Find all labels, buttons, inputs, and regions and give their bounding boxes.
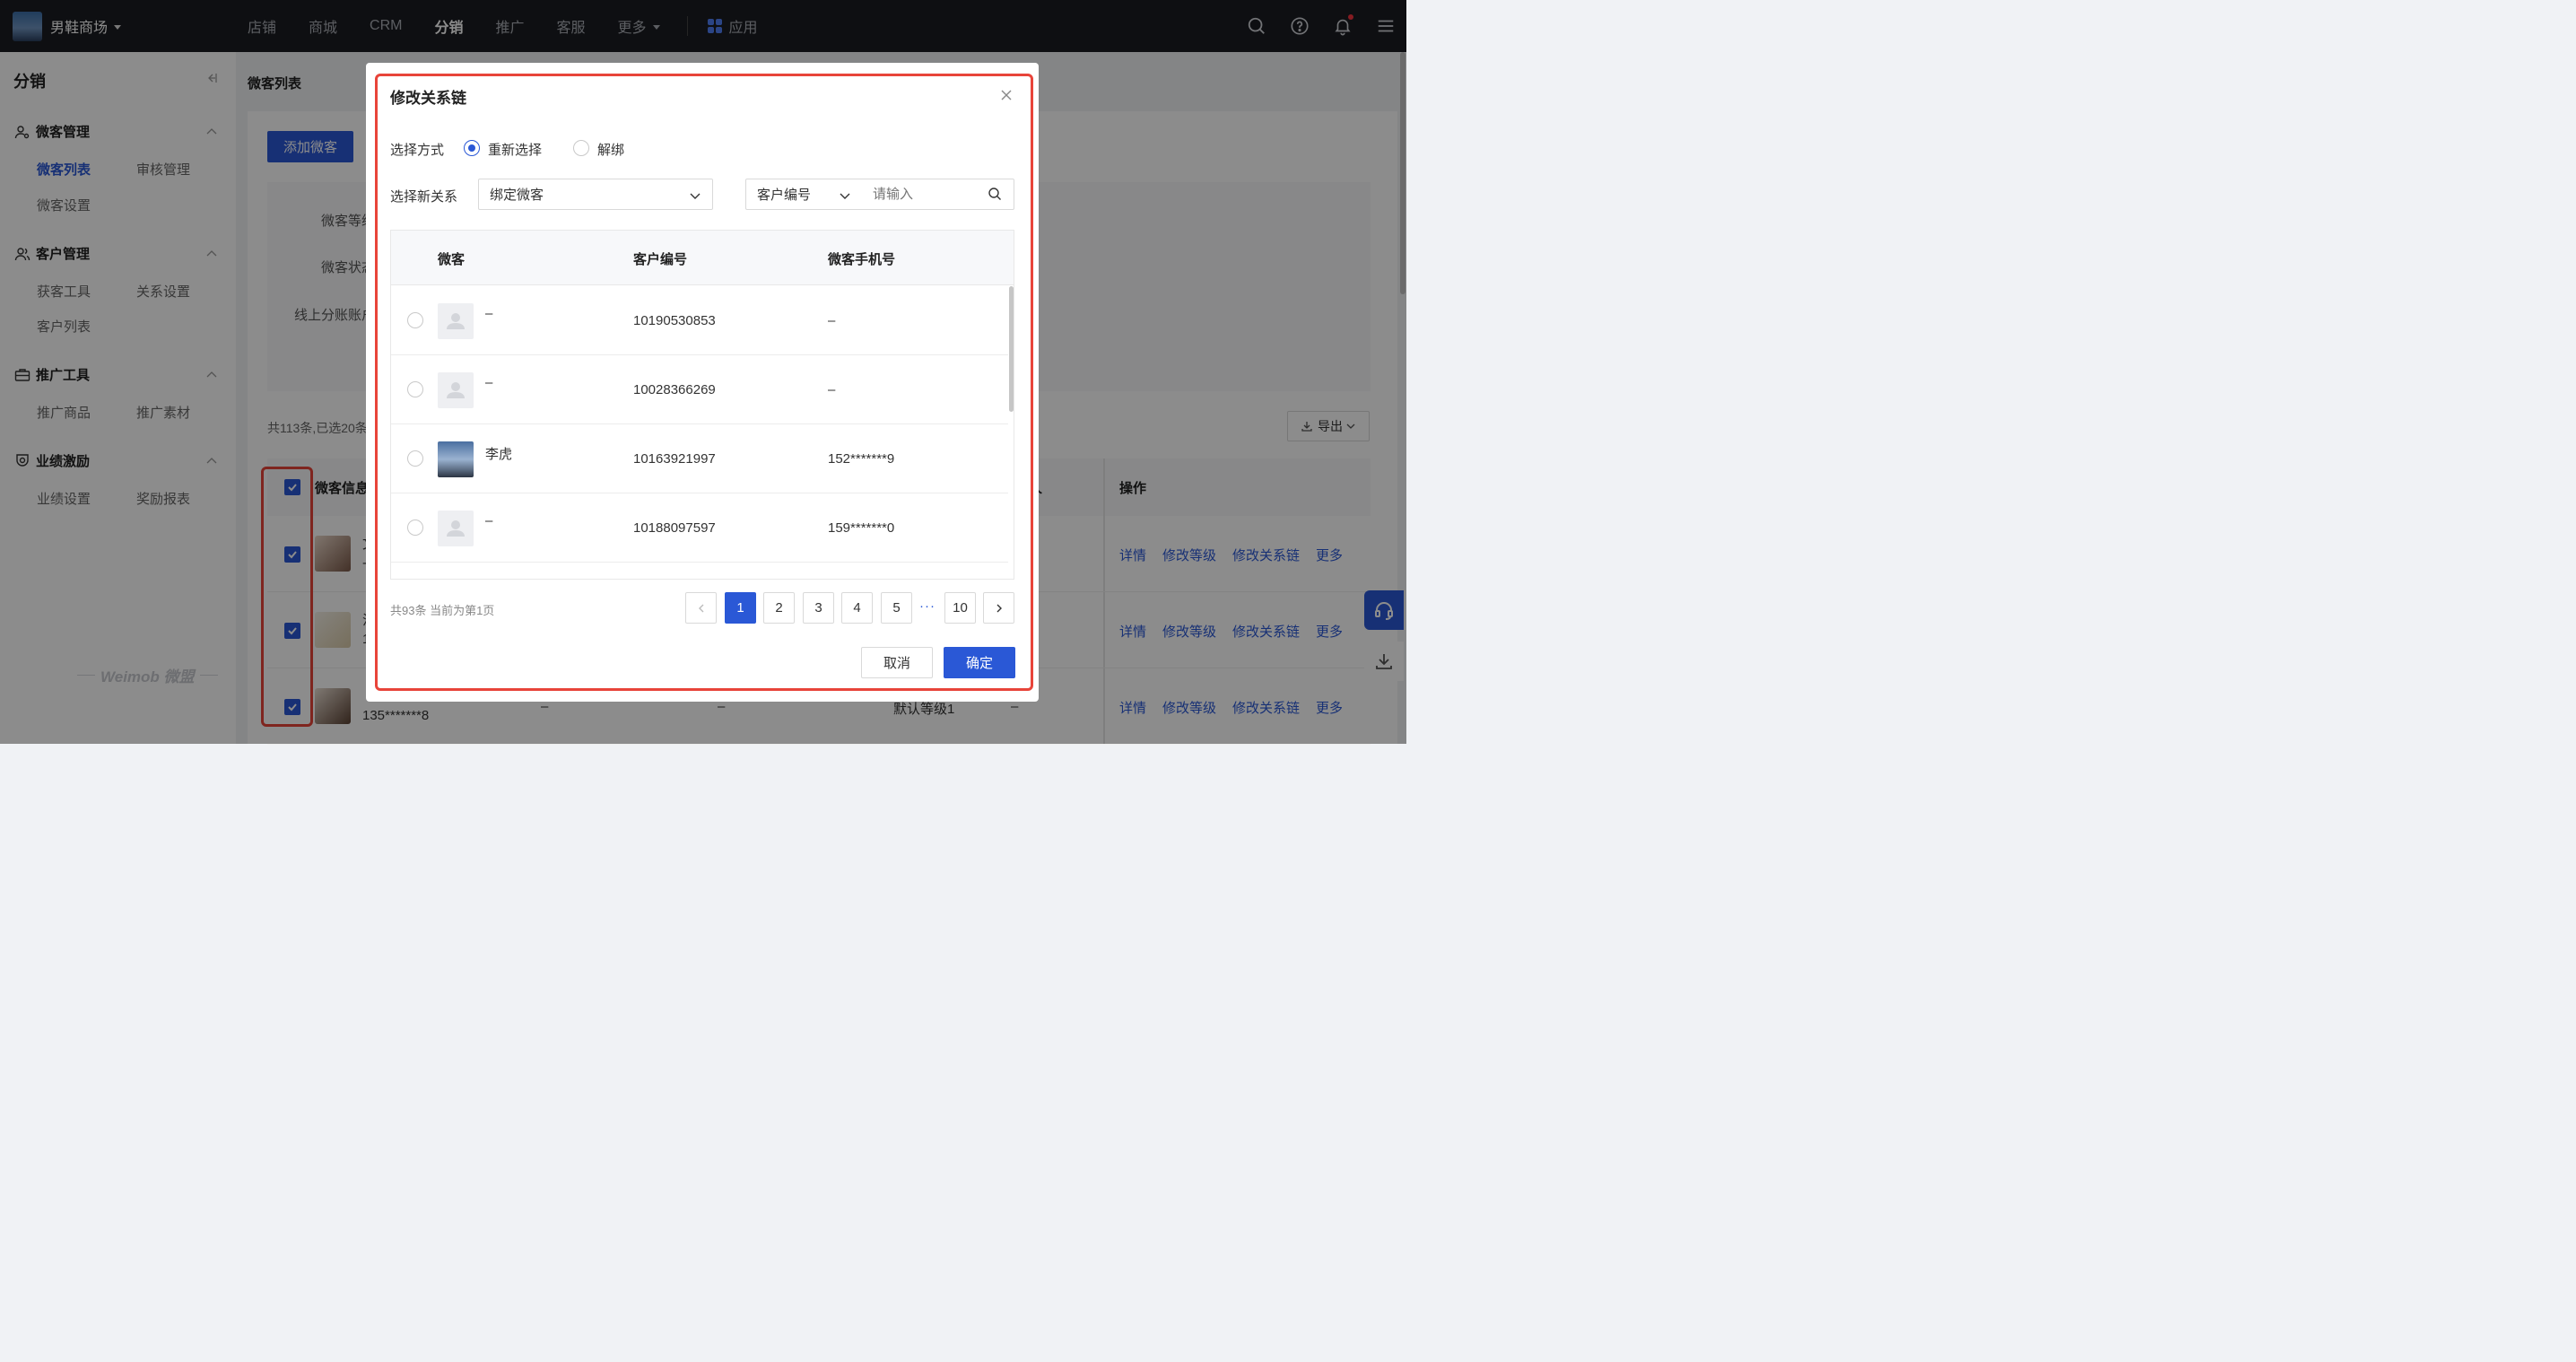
relation-select[interactable]: 绑定微客	[478, 179, 713, 210]
row-radio[interactable]	[407, 312, 423, 328]
dialog-title: 修改关系链	[390, 90, 466, 107]
page-button-1[interactable]: 1	[725, 592, 756, 624]
table-row[interactable]: – 10190530853 –	[391, 286, 1008, 355]
chevron-down-icon	[840, 193, 850, 199]
avatar	[438, 511, 474, 546]
chevron-right-icon	[996, 604, 1002, 612]
modify-relation-dialog: 修改关系链 选择方式 重新选择 解绑 选择新关系 绑定微客 客户编号 微客 客户…	[366, 63, 1039, 702]
search-field-value: 客户编号	[757, 188, 812, 203]
page-button-2[interactable]: 2	[763, 592, 795, 624]
relation-select-value: 绑定微客	[490, 188, 544, 203]
customer-code: 10028366269	[633, 382, 716, 397]
customer-phone: 152*******9	[828, 451, 895, 467]
customer-code: 10163921997	[633, 451, 716, 467]
customer-name: –	[485, 513, 493, 528]
customer-phone: 159*******0	[828, 520, 895, 536]
customer-phone: –	[828, 313, 836, 328]
relation-label: 选择新关系	[390, 189, 458, 205]
confirm-button[interactable]: 确定	[944, 647, 1015, 678]
customer-name: –	[485, 306, 493, 321]
table-row[interactable]: – 10188097597 159*******0	[391, 493, 1008, 563]
column-header-customer-code: 客户编号	[633, 252, 688, 267]
avatar	[438, 303, 474, 339]
customer-name: –	[485, 375, 493, 390]
customer-name: 李虎	[485, 447, 513, 462]
table-row[interactable]: 李虎 10163921997 152*******9	[391, 424, 1008, 493]
table-scrollbar[interactable]	[1009, 286, 1014, 412]
row-radio[interactable]	[407, 450, 423, 467]
page-button-5[interactable]: 5	[881, 592, 912, 624]
next-page-button[interactable]	[983, 592, 1014, 624]
search-field-select[interactable]: 客户编号	[745, 179, 863, 210]
chevron-left-icon	[698, 604, 703, 612]
close-icon[interactable]	[999, 88, 1014, 102]
page-button-10[interactable]: 10	[944, 592, 976, 624]
pagination-info: 共93条 当前为第1页	[390, 604, 495, 617]
table-header: 微客 客户编号 微客手机号	[391, 231, 1014, 285]
table-row[interactable]: – 10028366269 –	[391, 355, 1008, 424]
radio-reselect-label[interactable]: 重新选择	[488, 140, 542, 159]
prev-page-button[interactable]	[685, 592, 717, 624]
row-radio[interactable]	[407, 381, 423, 397]
customer-code: 10190530853	[633, 313, 716, 328]
column-header-micro-customer: 微客	[438, 252, 466, 267]
search-icon[interactable]	[988, 187, 1002, 201]
customer-code: 10188097597	[633, 520, 716, 536]
row-radio[interactable]	[407, 519, 423, 536]
radio-reselect[interactable]	[464, 140, 480, 156]
page-button-4[interactable]: 4	[841, 592, 873, 624]
pagination-ellipsis[interactable]: ···	[919, 598, 936, 614]
avatar	[438, 441, 474, 477]
chevron-down-icon	[690, 193, 701, 199]
column-header-phone: 微客手机号	[828, 252, 896, 267]
customer-phone: –	[828, 382, 836, 397]
method-label: 选择方式	[390, 143, 445, 158]
avatar	[438, 372, 474, 408]
cancel-button[interactable]: 取消	[861, 647, 933, 678]
radio-unbind[interactable]	[573, 140, 589, 156]
page-button-3[interactable]: 3	[803, 592, 834, 624]
table-row[interactable]	[391, 563, 1008, 579]
micro-customer-table: 微客 客户编号 微客手机号 – 10190530853 – – 10028366…	[390, 230, 1014, 580]
radio-unbind-label[interactable]: 解绑	[597, 140, 624, 159]
